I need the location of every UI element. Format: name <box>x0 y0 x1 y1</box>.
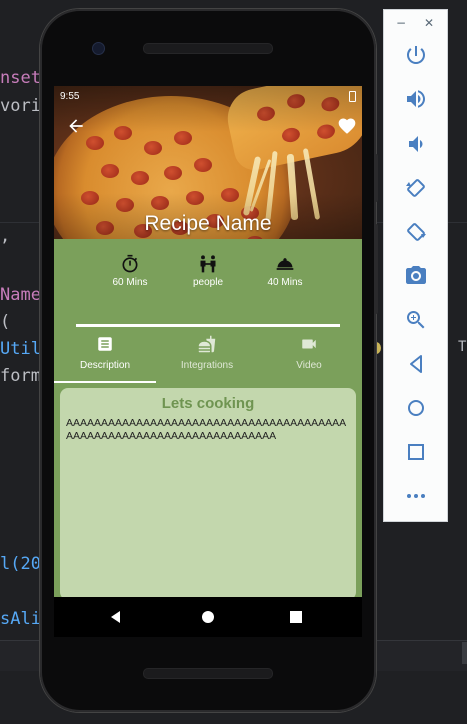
videocam-icon <box>302 339 316 349</box>
earpiece-speaker <box>143 43 273 54</box>
home-icon[interactable] <box>404 396 428 420</box>
code-line-7: form <box>0 366 41 386</box>
card-body-text: AAAAAAAAAAAAAAAAAAAAAAAAAAAAAAAAAAAAAAAA… <box>66 417 347 442</box>
status-bar-time: 9:55 <box>60 91 80 102</box>
minimize-button[interactable]: − <box>396 16 406 30</box>
zoom-icon[interactable] <box>404 308 428 332</box>
timer-icon <box>122 254 138 273</box>
code-fragment-right: T <box>458 339 467 355</box>
prep-time-label: 40 Mins <box>267 277 303 288</box>
serving-dish-icon <box>276 258 294 270</box>
tab-description[interactable]: Description <box>54 335 156 371</box>
tab-video[interactable]: Video <box>258 335 360 371</box>
cook-time-label: 60 Mins <box>112 277 148 288</box>
card-title: Lets cooking <box>161 395 255 412</box>
back-icon[interactable] <box>404 352 428 376</box>
description-card: Lets cooking AAAAAAAAAAAAAAAAAAAAAAAAAAA… <box>60 388 356 600</box>
rotate-right-icon[interactable] <box>404 220 428 244</box>
info-cook-time: 60 Mins <box>90 254 170 288</box>
code-line-8: l(20 <box>0 554 41 574</box>
tab-description-label: Description <box>79 360 131 371</box>
code-line-4: Name <box>0 285 41 305</box>
power-icon[interactable] <box>404 43 428 67</box>
overview-icon[interactable] <box>404 440 428 464</box>
code-line-5: ( <box>0 312 11 332</box>
tab-video-label: Video <box>296 360 322 371</box>
front-camera <box>92 42 105 55</box>
section-divider <box>76 324 340 327</box>
android-nav-bar <box>54 597 362 637</box>
close-button[interactable]: ✕ <box>424 16 434 30</box>
recipe-hero-image: 9:55 Recipe Name <box>54 86 362 239</box>
nav-home-icon[interactable] <box>198 607 218 627</box>
app-screen: 9:55 Recipe Name 60 Mins people 40 Mins … <box>54 86 362 606</box>
nav-overview-icon[interactable] <box>286 607 306 627</box>
info-people: people <box>168 254 248 288</box>
favorite-heart-icon[interactable] <box>337 116 357 136</box>
emulator-toolbar: − ✕ <box>383 9 448 522</box>
camera-icon[interactable] <box>404 264 428 288</box>
volume-side-button <box>374 224 378 314</box>
ide-scroll-thumb[interactable] <box>462 642 467 664</box>
more-icon[interactable] <box>404 484 428 508</box>
info-prep-time: 40 Mins <box>245 254 325 288</box>
tab-integrations-label: Integrations <box>180 360 234 371</box>
power-side-button <box>374 154 378 202</box>
code-line-6: Util <box>0 339 41 359</box>
code-line-3: , <box>0 226 11 246</box>
nav-back-icon[interactable] <box>106 607 126 627</box>
bottom-speaker <box>143 668 273 679</box>
volume-up-icon[interactable] <box>404 87 428 111</box>
active-tab-indicator <box>54 381 156 383</box>
code-line-9: sAli <box>0 609 41 629</box>
tab-integrations[interactable]: Integrations <box>156 335 258 371</box>
fastfood-icon <box>198 335 216 353</box>
volume-down-icon[interactable] <box>404 132 428 156</box>
back-arrow-icon[interactable] <box>66 116 86 136</box>
battery-icon <box>349 91 356 102</box>
people-icon <box>200 255 216 273</box>
description-icon <box>98 337 112 351</box>
code-line-1: nset <box>0 68 41 88</box>
code-line-2: vori <box>0 96 41 116</box>
people-label: people <box>192 277 224 288</box>
recipe-name-title: Recipe Name <box>144 212 272 235</box>
rotate-left-icon[interactable] <box>404 176 428 200</box>
